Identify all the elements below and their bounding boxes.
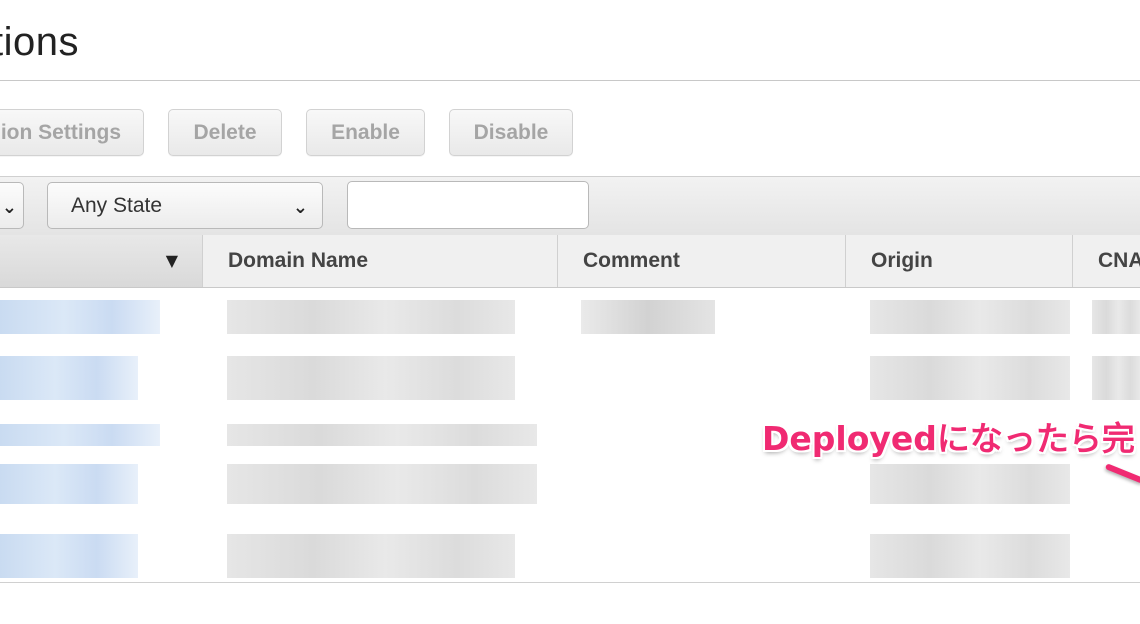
- redacted-id[interactable]: [0, 534, 138, 578]
- delete-button[interactable]: Delete: [168, 109, 282, 156]
- redacted-comment: [581, 300, 715, 334]
- redacted-origin: [870, 534, 1070, 578]
- search-input[interactable]: [347, 181, 589, 229]
- column-header-label: Comment: [583, 249, 680, 272]
- column-header-origin[interactable]: Origin: [846, 235, 1073, 287]
- disable-button[interactable]: Disable: [449, 109, 573, 156]
- table-header: ▼ Domain Name Comment Origin CNA: [0, 235, 1140, 288]
- redacted-cname: [1092, 356, 1140, 400]
- page-title: tions: [0, 20, 79, 64]
- column-header-label: CNA: [1098, 249, 1140, 272]
- table-row[interactable]: [0, 346, 1140, 404]
- redacted-domain: [227, 424, 537, 446]
- redacted-origin: [870, 464, 1070, 504]
- column-header-label: Origin: [871, 249, 933, 272]
- redacted-id[interactable]: [0, 356, 138, 400]
- table-row[interactable]: [0, 524, 1140, 582]
- redacted-domain: [227, 534, 515, 578]
- table-row[interactable]: [0, 288, 1140, 346]
- column-header-domain-name[interactable]: Domain Name: [203, 235, 558, 287]
- column-header-comment[interactable]: Comment: [558, 235, 846, 287]
- redacted-domain: [227, 356, 515, 400]
- redacted-origin: [870, 300, 1070, 334]
- enable-button[interactable]: Enable: [306, 109, 425, 156]
- column-header-label: Domain Name: [228, 249, 369, 272]
- chevron-down-icon: ⌄: [1, 197, 17, 218]
- state-filter-select[interactable]: Any State ⌄: [47, 182, 323, 229]
- distribution-settings-button[interactable]: ion Settings: [0, 109, 144, 156]
- state-filter-value: Any State: [71, 193, 163, 217]
- filter-bar: ⌄ Any State ⌄: [0, 176, 1140, 236]
- redacted-origin: [870, 356, 1070, 400]
- column-header-cname[interactable]: CNA: [1073, 235, 1140, 287]
- redacted-domain: [227, 300, 515, 334]
- sort-descending-icon[interactable]: ▼: [166, 251, 178, 270]
- redacted-id[interactable]: [0, 464, 138, 504]
- redacted-cname: [1092, 300, 1140, 334]
- redacted-domain: [227, 464, 537, 504]
- table-row[interactable]: [0, 458, 1140, 516]
- type-filter-select[interactable]: ⌄: [0, 182, 24, 229]
- column-header-id[interactable]: ▼: [0, 235, 203, 287]
- annotation-text: Deployedになったら完: [762, 419, 1135, 458]
- title-divider: [0, 80, 1140, 81]
- redacted-id[interactable]: [0, 424, 160, 446]
- chevron-down-icon: ⌄: [292, 197, 308, 218]
- redacted-id[interactable]: [0, 300, 160, 334]
